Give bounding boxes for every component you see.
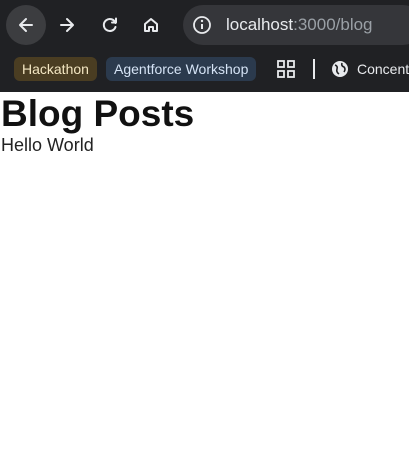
bookmark-agentforce-workshop[interactable]: Agentforce Workshop xyxy=(106,57,257,81)
browser-toolbar: localhost:3000/blog xyxy=(0,0,409,50)
page-title: Blog Posts xyxy=(1,93,195,134)
bookmark-hackathon[interactable]: Hackathon xyxy=(14,57,97,81)
url-path: :3000/blog xyxy=(293,15,373,34)
url-host: localhost xyxy=(226,15,294,34)
home-icon xyxy=(144,18,158,32)
back-arrow-icon xyxy=(19,18,33,32)
page-content: Blog Posts Hello World xyxy=(0,92,409,156)
reload-button[interactable] xyxy=(90,5,130,45)
bookmarks-divider xyxy=(313,59,315,79)
reload-icon xyxy=(102,17,117,32)
globe-icon xyxy=(332,61,348,77)
back-button[interactable] xyxy=(6,5,46,45)
forward-arrow-icon xyxy=(60,18,74,32)
bookmark-concent[interactable]: Concent xyxy=(357,57,409,81)
home-button[interactable] xyxy=(131,5,171,45)
forward-button[interactable] xyxy=(47,5,87,45)
info-icon[interactable] xyxy=(191,14,213,36)
bookmarks-bar: Hackathon Agentforce Workshop Concent xyxy=(0,50,409,88)
address-bar[interactable]: localhost:3000/blog xyxy=(183,5,409,45)
url-text[interactable]: localhost:3000/blog xyxy=(226,15,373,35)
apps-grid-icon[interactable] xyxy=(276,59,296,79)
page-paragraph: Hello World xyxy=(1,135,94,155)
browser-chrome: localhost:3000/blog Hackathon Agentforce… xyxy=(0,0,409,92)
